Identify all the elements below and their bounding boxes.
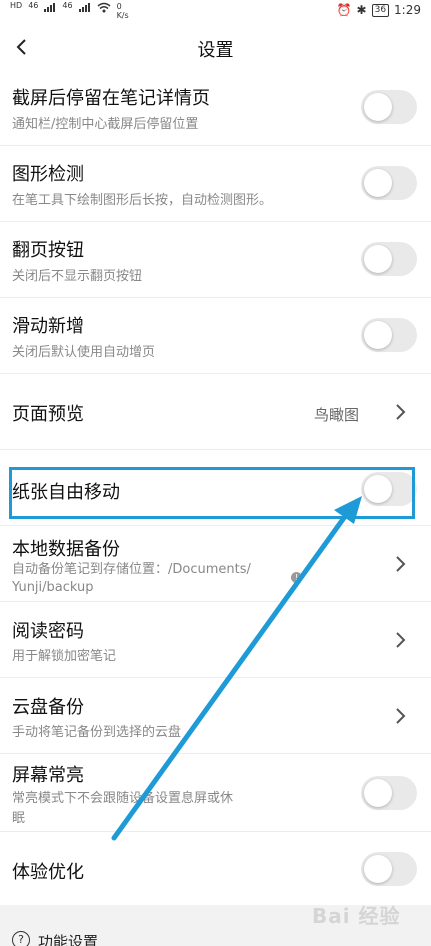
signal-bars-icon xyxy=(44,3,56,12)
setting-row-shape-detection[interactable]: 图形检测 在笔工具下绘制图形后长按，自动检测图形。 xyxy=(0,146,431,222)
signal-bars-icon xyxy=(78,3,90,12)
toggle-knob xyxy=(364,321,392,349)
clock: 1:29 xyxy=(394,3,421,17)
help-icon: ? xyxy=(12,931,30,946)
setting-subtitle: 关闭后默认使用自动增页 xyxy=(12,345,156,360)
info-icon[interactable]: ! xyxy=(291,572,302,583)
signal-strength-2: 46 xyxy=(62,1,73,10)
network-speed-unit: K/s xyxy=(116,11,129,20)
chevron-right-icon xyxy=(396,632,406,648)
setting-row-page-buttons[interactable]: 翻页按钮 关闭后不显示翻页按钮 xyxy=(0,222,431,298)
toggle-knob xyxy=(364,169,392,197)
setting-title: 本地数据备份 xyxy=(12,539,120,560)
wifi-icon xyxy=(97,2,111,13)
setting-row-page-preview[interactable]: 页面预览 鸟瞰图 xyxy=(0,374,431,450)
setting-subtitle-line2: 眠 xyxy=(12,811,26,826)
setting-subtitle: 手动将笔记备份到选择的云盘 xyxy=(12,725,182,740)
toggle-knob xyxy=(364,245,392,273)
chevron-right-icon xyxy=(396,556,406,572)
toggle-switch[interactable] xyxy=(361,318,417,352)
setting-subtitle-line1: 常亮模式下不会跟随设备设置息屏或休 xyxy=(12,791,234,806)
alarm-icon: ⏰ xyxy=(336,3,352,17)
setting-row-local-backup[interactable]: 本地数据备份 自动备份笔记到存储位置：/Documents/ Yunji/bac… xyxy=(0,526,431,602)
setting-row-screenshot-stay[interactable]: 截屏后停留在笔记详情页 通知栏/控制中心截屏后停留位置 xyxy=(0,70,431,146)
section-label: 功能设置 xyxy=(38,933,99,946)
setting-subtitle: 在笔工具下绘制图形后长按，自动检测图形。 xyxy=(12,193,273,208)
setting-row-experience-optimization[interactable]: 体验优化 xyxy=(0,832,431,905)
setting-title: 翻页按钮 xyxy=(12,240,84,261)
toggle-switch[interactable] xyxy=(361,166,417,200)
bluetooth-icon: ✱ xyxy=(356,3,367,17)
setting-title: 截屏后停留在笔记详情页 xyxy=(12,88,210,109)
toggle-knob xyxy=(364,93,392,121)
highlight-box xyxy=(9,467,415,519)
toggle-switch[interactable] xyxy=(361,90,417,124)
setting-row-cloud-backup[interactable]: 云盘备份 手动将笔记备份到选择的云盘 xyxy=(0,678,431,754)
status-bar: HD 46 46 0 K/s ⏰ ✱ 36 1:29 xyxy=(0,0,431,24)
setting-subtitle-line2: Yunji/backup xyxy=(12,580,94,595)
sim-label: HD xyxy=(10,1,23,10)
setting-subtitle: 关闭后不显示翻页按钮 xyxy=(12,269,143,284)
setting-title: 屏幕常亮 xyxy=(12,765,84,786)
setting-title: 页面预览 xyxy=(12,404,84,425)
setting-subtitle: 用于解锁加密笔记 xyxy=(12,649,117,664)
toggle-knob xyxy=(364,855,392,883)
watermark: Bai 经验 xyxy=(312,904,401,928)
setting-subtitle-line1: 自动备份笔记到存储位置：/Documents/ xyxy=(12,562,251,577)
setting-value: 鸟瞰图 xyxy=(313,406,359,424)
setting-title: 云盘备份 xyxy=(12,697,84,718)
setting-row-reading-password[interactable]: 阅读密码 用于解锁加密笔记 xyxy=(0,602,431,678)
setting-title: 滑动新增 xyxy=(12,316,84,337)
page-title: 设置 xyxy=(197,40,234,61)
toggle-switch[interactable] xyxy=(361,242,417,276)
setting-row-swipe-add[interactable]: 滑动新增 关闭后默认使用自动增页 xyxy=(0,298,431,374)
network-speed-value: 0 xyxy=(116,2,122,11)
toggle-switch[interactable] xyxy=(361,852,417,886)
setting-title: 图形检测 xyxy=(12,164,84,185)
battery-level: 36 xyxy=(371,3,390,17)
toggle-knob xyxy=(364,779,392,807)
setting-subtitle: 通知栏/控制中心截屏后停留位置 xyxy=(12,117,199,132)
toggle-switch[interactable] xyxy=(361,776,417,810)
chevron-right-icon xyxy=(396,404,406,420)
setting-title: 阅读密码 xyxy=(12,621,84,642)
setting-row-screen-always-on[interactable]: 屏幕常亮 常亮模式下不会跟随设备设置息屏或休 眠 xyxy=(0,754,431,832)
setting-title: 体验优化 xyxy=(12,862,84,883)
signal-strength-1: 46 xyxy=(28,1,39,10)
chevron-right-icon xyxy=(396,708,406,724)
network-speed: 0 K/s xyxy=(117,2,129,20)
app-header: 设置 xyxy=(0,28,431,68)
